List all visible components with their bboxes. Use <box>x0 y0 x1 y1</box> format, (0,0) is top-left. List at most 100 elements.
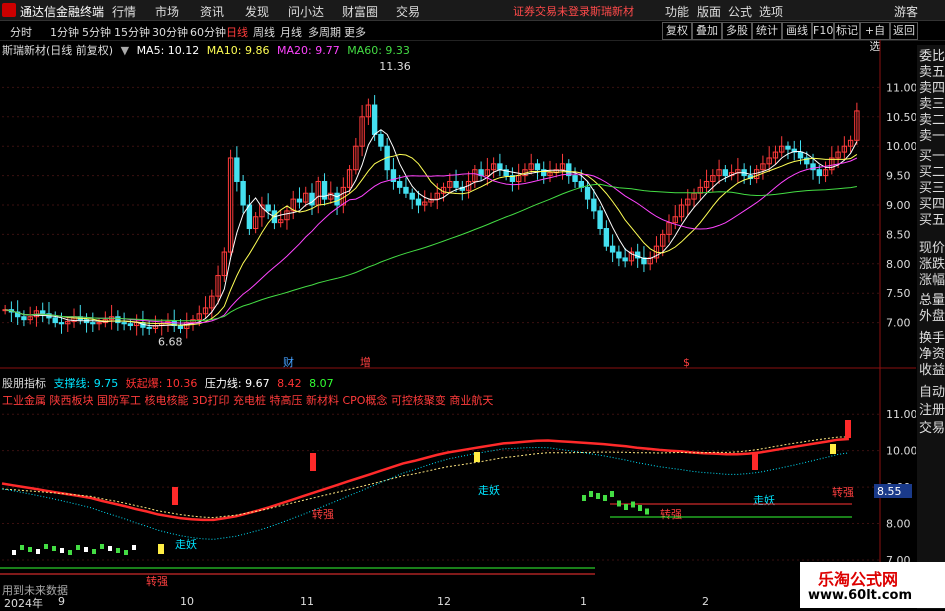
period-day[interactable]: 日线 <box>226 24 248 40</box>
period-60m[interactable]: 60分钟 <box>190 24 226 40</box>
signal-label: 走妖 <box>175 537 197 551</box>
menu-formula[interactable]: 公式 <box>728 3 752 20</box>
candle-body <box>121 322 127 325</box>
sub-y-tick: 11.00 <box>886 408 916 421</box>
period-15m[interactable]: 15分钟 <box>114 24 150 40</box>
mini-candle <box>603 495 607 501</box>
mini-candle <box>84 547 88 552</box>
candle-body <box>415 198 422 206</box>
menu-news[interactable]: 资讯 <box>200 3 224 20</box>
indicator-panel: 11.0010.009.008.007.008.55走妖转强走妖转强转强走妖转强 <box>0 408 916 588</box>
menu-ask[interactable]: 问小达 <box>288 3 324 20</box>
main-y-axis: 11.00 10.50 10.00 9.50 9.00 8.50 8.00 7.50 7.00 1… <box>0 40 916 595</box>
mini-candle <box>52 546 56 551</box>
f10-button[interactable]: F10 <box>812 22 834 40</box>
x-label-5: 1 <box>580 595 587 608</box>
candle-body <box>115 316 121 324</box>
pressure-line <box>1 436 849 519</box>
y-tick-label: 8.00 <box>886 258 911 271</box>
mini-candle <box>36 549 40 554</box>
menu-discover[interactable]: 发现 <box>245 3 269 20</box>
overlay-button[interactable]: 叠加 <box>692 22 722 40</box>
menu-trade[interactable]: 交易 <box>396 3 420 20</box>
rp-13: 涨幅 <box>919 273 945 288</box>
mark-button[interactable]: 标记 <box>834 22 860 40</box>
rp-19: 自动 <box>919 385 945 400</box>
rp-15: 外盘 <box>919 309 945 324</box>
period-tick[interactable]: 分时 <box>10 24 32 40</box>
mini-candle <box>68 550 72 555</box>
back-button[interactable]: 返回 <box>890 22 918 40</box>
candle-body <box>58 322 65 325</box>
x-label-4: 12 <box>437 595 451 608</box>
candle-body <box>609 245 616 253</box>
y-tick-label: 8.50 <box>886 228 911 241</box>
indicator-legend: 股朋指标 支撑线: 9.75 妖起爆: 10.36 压力线: 9.67 8.42… <box>2 375 334 391</box>
x-label-3: 11 <box>300 595 314 608</box>
candle-body <box>234 157 240 182</box>
signal-label: 转强 <box>146 574 168 588</box>
rp-8: 买三 <box>919 181 945 196</box>
menu-exchange[interactable]: 市场 <box>155 3 179 20</box>
candle-body <box>246 204 253 230</box>
y-tick-label: 9.00 <box>886 199 911 212</box>
stats-button[interactable]: 统计 <box>752 22 782 40</box>
stock-name: 斯瑞新材 <box>590 5 634 18</box>
rp-2: 卖四 <box>919 81 945 96</box>
login-warning: 证券交易未登录 <box>513 5 590 18</box>
menu-market[interactable]: 行情 <box>112 3 136 20</box>
mini-candle <box>589 491 593 497</box>
x-label-2: 10 <box>180 595 194 608</box>
candle-body <box>572 175 578 182</box>
draw-button[interactable]: 画线 <box>782 22 812 40</box>
candle-body <box>409 192 415 200</box>
rp-9: 买四 <box>919 197 945 212</box>
candle-body <box>597 210 603 230</box>
watermark-title: 乐淘公式网 <box>818 570 899 589</box>
multi-stock-button[interactable]: 多股 <box>722 22 752 40</box>
candle-body <box>265 204 271 212</box>
signal-label: 转强 <box>832 485 854 499</box>
period-5m[interactable]: 5分钟 <box>82 24 111 40</box>
period-1m[interactable]: 1分钟 <box>50 24 79 40</box>
menu-options[interactable]: 选项 <box>759 3 783 20</box>
period-week[interactable]: 周线 <box>253 24 275 40</box>
rp-18: 收益 <box>919 363 945 378</box>
rp-10: 买五 <box>919 213 945 228</box>
candle-body <box>127 323 134 327</box>
rp-4: 卖二 <box>919 113 945 128</box>
mini-candle <box>624 504 628 510</box>
red-value-label: 8.42 <box>277 377 302 390</box>
adjust-button[interactable]: 复权 <box>662 22 692 40</box>
mini-candle <box>20 545 24 550</box>
add-watchlist-button[interactable]: +自选 <box>860 22 890 53</box>
y-tick-label: 11.00 <box>886 81 916 94</box>
mini-candle <box>44 544 48 549</box>
ma-lines <box>5 129 858 327</box>
menu-function[interactable]: 功能 <box>665 3 689 20</box>
rp-7: 买二 <box>919 165 945 180</box>
menu-wealth[interactable]: 财富圈 <box>342 3 378 20</box>
kline-chart[interactable]: 11.00 10.50 10.00 9.50 9.00 8.50 8.00 7.50 7.00 1… <box>0 40 916 595</box>
period-toolbar: 分时 1分钟 5分钟 15分钟 30分钟 60分钟 日线 周线 月线 多周期 更… <box>0 21 945 53</box>
rp-14: 总量 <box>919 293 945 308</box>
title-bar: 通达信金融终端 行情 市场 资讯 发现 问小达 财富圈 交易 证券交易未登录 斯… <box>0 0 945 21</box>
watermark-url: www.60lt.com <box>808 588 913 603</box>
candle-body <box>616 251 622 259</box>
rp-0: 委比 <box>919 49 945 64</box>
menu-layout[interactable]: 版面 <box>697 3 721 20</box>
period-30m[interactable]: 30分钟 <box>152 24 188 40</box>
candle-body <box>371 104 378 135</box>
rp-17: 净资 <box>919 347 945 362</box>
candle-body <box>816 169 822 177</box>
mini-candle <box>596 493 600 499</box>
period-multi[interactable]: 多周期 <box>308 24 341 40</box>
candle-body <box>534 163 541 171</box>
rp-21: 交易 <box>919 421 945 436</box>
rp-5: 卖一 <box>919 129 945 144</box>
rp-3: 卖三 <box>919 97 945 112</box>
period-month[interactable]: 月线 <box>280 24 302 40</box>
guest-label[interactable]: 游客 <box>894 3 918 20</box>
period-more[interactable]: 更多 <box>344 24 366 40</box>
candle-body <box>622 257 628 262</box>
